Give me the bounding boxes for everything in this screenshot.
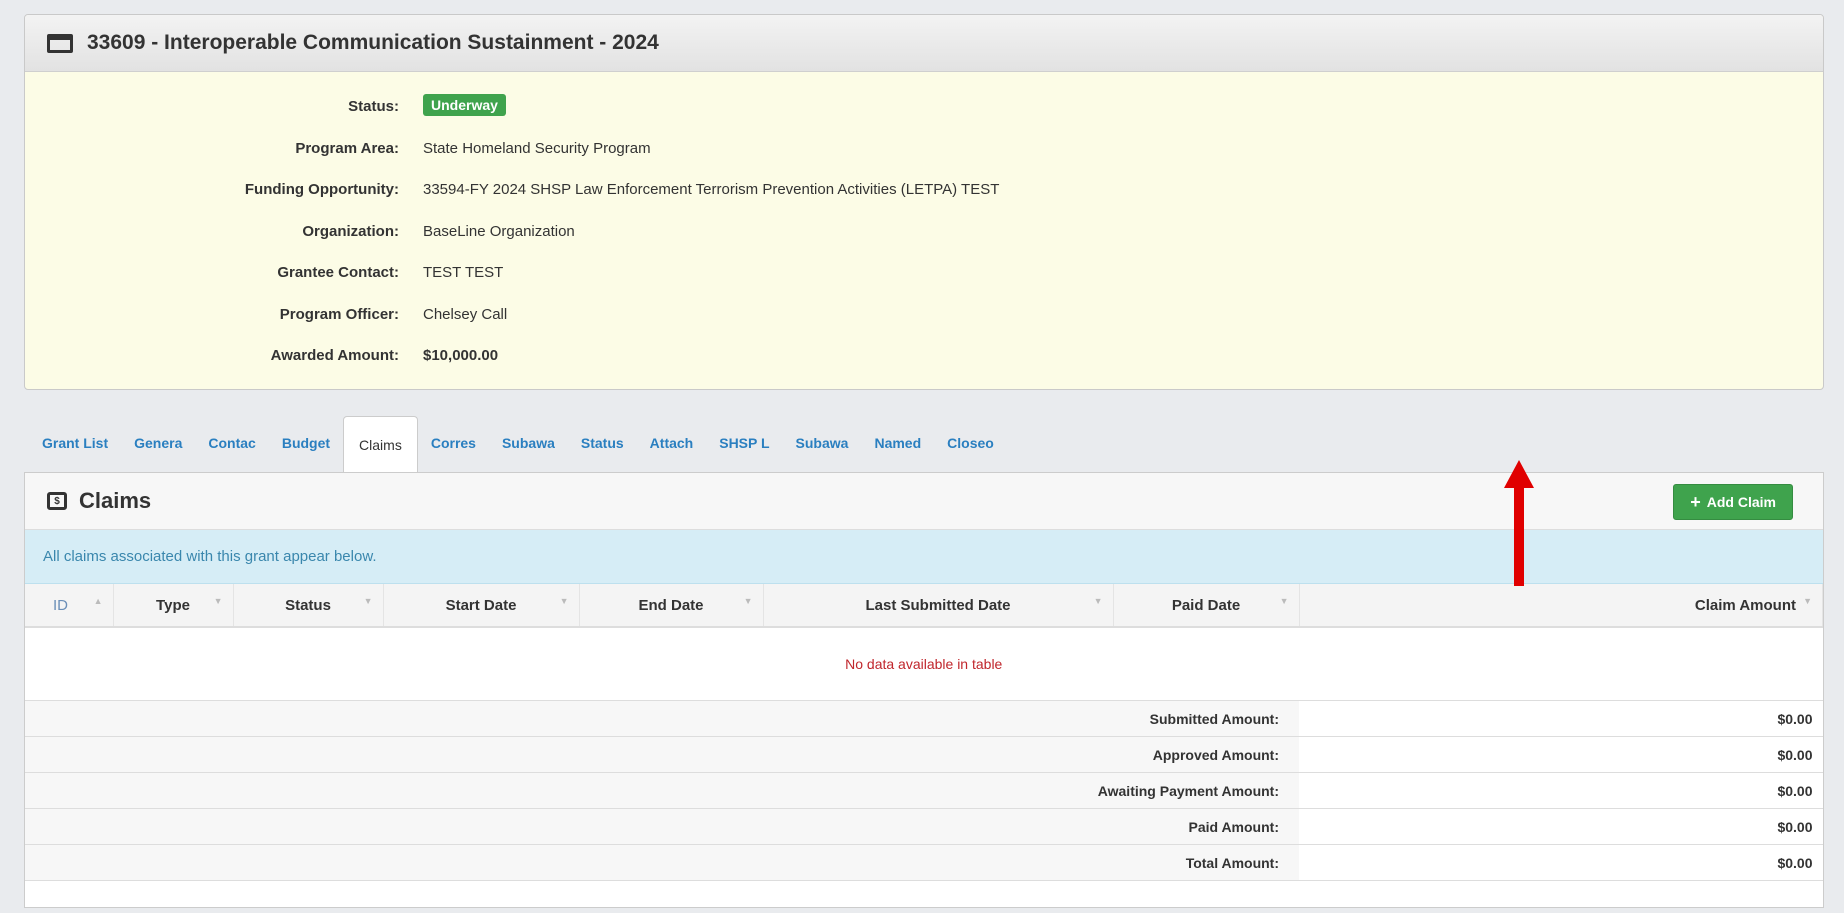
tab-shsp[interactable]: SHSP L	[706, 435, 782, 472]
paid-amount-label: Paid Amount:	[25, 808, 1299, 845]
grant-header: 33609 - Interoperable Communication Sust…	[25, 15, 1823, 72]
awaiting-payment-amount-label: Awaiting Payment Amount:	[25, 772, 1299, 809]
grant-title: 33609 - Interoperable Communication Sust…	[87, 31, 659, 54]
total-amount-label: Total Amount:	[25, 844, 1299, 881]
submitted-amount-value: $0.00	[1299, 700, 1823, 737]
total-amount-value: $0.00	[1299, 844, 1823, 881]
status-label: Status:	[348, 98, 399, 116]
sort-icon: ▼	[559, 596, 569, 606]
sort-icon: ▼	[1279, 596, 1289, 606]
money-icon: $	[47, 492, 67, 510]
claims-panel: $ Claims + Add Claim All claims associat…	[24, 472, 1824, 908]
plus-icon: +	[1690, 491, 1701, 512]
add-claim-button[interactable]: + Add Claim	[1673, 484, 1793, 520]
summary-row-approved: Approved Amount: $0.00	[25, 736, 1823, 773]
column-header-claim-amount[interactable]: Claim Amount ▼	[1299, 584, 1823, 628]
column-header-type[interactable]: Type ▼	[113, 584, 234, 628]
paid-amount-value: $0.00	[1299, 808, 1823, 845]
tab-correspondence[interactable]: Corres	[418, 435, 489, 472]
organization-value: BaseLine Organization	[423, 222, 575, 240]
empty-row: No data available in table	[25, 627, 1823, 701]
window-icon	[47, 33, 73, 53]
claims-title: Claims	[79, 488, 152, 513]
tab-claims[interactable]: Claims	[343, 416, 418, 473]
column-header-end-date[interactable]: End Date ▼	[579, 584, 764, 628]
summary-row-submitted: Submitted Amount: $0.00	[25, 700, 1823, 737]
detail-row-program-area: Program Area: State Homeland Security Pr…	[25, 128, 1823, 170]
awaiting-payment-amount-value: $0.00	[1299, 772, 1823, 809]
summary-row-total: Total Amount: $0.00	[25, 844, 1823, 881]
submitted-amount-label: Submitted Amount:	[25, 700, 1299, 737]
tab-contacts[interactable]: Contac	[195, 435, 268, 472]
sort-icon: ▼	[1093, 596, 1103, 606]
tab-named[interactable]: Named	[861, 435, 934, 472]
add-claim-label: Add Claim	[1706, 494, 1776, 510]
summary-row-paid: Paid Amount: $0.00	[25, 808, 1823, 845]
detail-row-organization: Organization: BaseLine Organization	[25, 211, 1823, 253]
sort-asc-icon: ▲	[93, 596, 103, 606]
tab-budget[interactable]: Budget	[269, 435, 343, 472]
column-header-last-submitted-date[interactable]: Last Submitted Date ▼	[763, 584, 1114, 628]
column-header-start-date[interactable]: Start Date ▼	[383, 584, 580, 628]
claims-info-message: All claims associated with this grant ap…	[25, 530, 1823, 584]
awarded-amount-value: $10,000.00	[423, 347, 499, 365]
detail-row-status: Status: Underway	[25, 86, 1823, 128]
sort-icon: ▼	[213, 596, 223, 606]
tab-status[interactable]: Status	[568, 435, 637, 472]
tab-subawards-2[interactable]: Subawa	[783, 435, 862, 472]
detail-row-program-officer: Program Officer: Chelsey Call	[25, 294, 1823, 336]
awarded-amount-label: Awarded Amount:	[270, 347, 399, 365]
detail-row-funding-opportunity: Funding Opportunity: 33594-FY 2024 SHSP …	[25, 169, 1823, 211]
tab-subawards[interactable]: Subawa	[489, 435, 568, 472]
tab-attachments[interactable]: Attach	[637, 435, 707, 472]
sort-icon: ▼	[1803, 596, 1812, 606]
program-officer-value: Chelsey Call	[423, 305, 508, 323]
sort-icon: ▼	[743, 596, 753, 606]
tab-closeout[interactable]: Closeo	[934, 435, 1007, 472]
tab-grant-list[interactable]: Grant List	[24, 435, 121, 472]
claims-table: ID ▲ Type ▼ Status ▼ Start Date ▼ End Date ▼ …	[25, 584, 1823, 881]
no-data-message: No data available in table	[25, 627, 1823, 701]
claims-header: $ Claims + Add Claim	[25, 473, 1823, 530]
sort-icon: ▼	[363, 596, 373, 606]
summary-row-awaiting-payment: Awaiting Payment Amount: $0.00	[25, 772, 1823, 809]
column-header-status[interactable]: Status ▼	[233, 584, 384, 628]
column-header-paid-date[interactable]: Paid Date ▼	[1113, 584, 1300, 628]
organization-label: Organization:	[302, 222, 399, 240]
detail-row-awarded-amount: Awarded Amount: $10,000.00	[25, 335, 1823, 377]
claims-header-row: ID ▲ Type ▼ Status ▼ Start Date ▼ End Date ▼ …	[25, 584, 1823, 628]
grant-tabs: Grant List Genera Contac Budget Claims C…	[24, 416, 1007, 473]
tab-general[interactable]: Genera	[121, 435, 195, 472]
grant-details: Status: Underway Program Area: State Hom…	[25, 72, 1823, 377]
grant-summary-panel: 33609 - Interoperable Communication Sust…	[24, 14, 1824, 390]
column-header-id[interactable]: ID ▲	[25, 584, 114, 628]
grantee-contact-label: Grantee Contact:	[277, 264, 399, 282]
approved-amount-label: Approved Amount:	[25, 736, 1299, 773]
funding-opportunity-value: 33594-FY 2024 SHSP Law Enforcement Terro…	[423, 181, 1000, 199]
annotation-arrow-icon	[1504, 460, 1534, 586]
program-area-value: State Homeland Security Program	[423, 139, 651, 157]
program-officer-label: Program Officer:	[279, 305, 399, 323]
detail-row-grantee-contact: Grantee Contact: TEST TEST	[25, 252, 1823, 294]
status-badge: Underway	[423, 94, 506, 117]
funding-opportunity-label: Funding Opportunity:	[244, 181, 399, 199]
grantee-contact-value: TEST TEST	[423, 264, 504, 282]
approved-amount-value: $0.00	[1299, 736, 1823, 773]
program-area-label: Program Area:	[295, 139, 399, 157]
